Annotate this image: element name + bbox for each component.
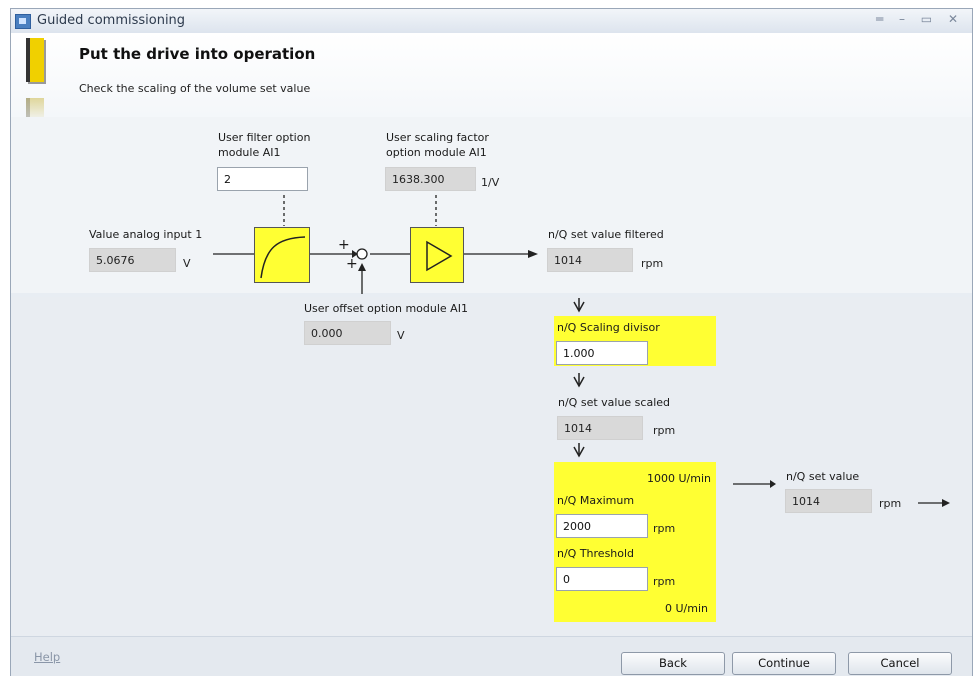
filter-label-line2: module AI1	[218, 146, 281, 159]
limits-lower-label: 0 U/min	[665, 602, 708, 615]
divisor-label: n/Q Scaling divisor	[557, 321, 660, 334]
maximum-input[interactable]: 2000	[556, 514, 648, 538]
analog-input-unit: V	[183, 257, 191, 270]
pt1-curve-icon	[260, 236, 306, 279]
arrowhead-setvalue-icon	[770, 480, 776, 488]
back-button[interactable]: Back	[621, 652, 725, 675]
setvalue-unit: rpm	[879, 497, 902, 510]
scaled-label: n/Q set value scaled	[558, 396, 671, 409]
limits-upper-label: 1000 U/min	[647, 472, 711, 485]
threshold-label: n/Q Threshold	[557, 547, 635, 560]
filtered-unit: rpm	[641, 257, 664, 270]
signal-flow-lines	[213, 195, 950, 507]
scaled-field: 1014	[557, 416, 643, 440]
filter-input[interactable]: 2	[217, 167, 308, 191]
sum-plus-bottom: +	[346, 256, 358, 272]
amplifier-triangle-icon	[426, 240, 453, 272]
divisor-input[interactable]: 1.000	[556, 341, 648, 365]
setvalue-label: n/Q set value	[786, 470, 860, 483]
scaled-unit: rpm	[653, 424, 676, 437]
maximum-label: n/Q Maximum	[557, 494, 635, 507]
analog-input-label: Value analog input 1	[89, 228, 203, 241]
maximum-unit: rpm	[653, 522, 676, 535]
arrowhead-output-icon	[528, 250, 538, 258]
summing-junction-icon	[356, 248, 368, 260]
arrowhead-offset-icon	[358, 263, 366, 271]
filter-block	[254, 227, 310, 283]
scaling-unit: 1/V	[481, 176, 500, 189]
gain-block	[410, 227, 464, 283]
threshold-unit: rpm	[653, 575, 676, 588]
scaling-label-line2: option module AI1	[386, 146, 487, 159]
continue-button[interactable]: Continue	[732, 652, 836, 675]
analog-input-field: 5.0676	[89, 248, 176, 272]
sum-plus-top: +	[338, 237, 350, 253]
scaling-factor-field: 1638.300	[385, 167, 476, 191]
filtered-label: n/Q set value filtered	[548, 228, 664, 241]
offset-label: User offset option module AI1	[304, 302, 468, 315]
cancel-button[interactable]: Cancel	[848, 652, 952, 675]
setvalue-field: 1014	[785, 489, 872, 513]
filter-label-line1: User filter option	[218, 131, 311, 144]
filtered-field: 1014	[547, 248, 633, 272]
help-link[interactable]: Help	[34, 650, 60, 664]
offset-field: 0.000	[304, 321, 391, 345]
arrowhead-out-icon	[942, 499, 950, 507]
threshold-input[interactable]: 0	[556, 567, 648, 591]
scaling-label-line1: User scaling factor	[386, 131, 489, 144]
offset-unit: V	[397, 329, 405, 342]
